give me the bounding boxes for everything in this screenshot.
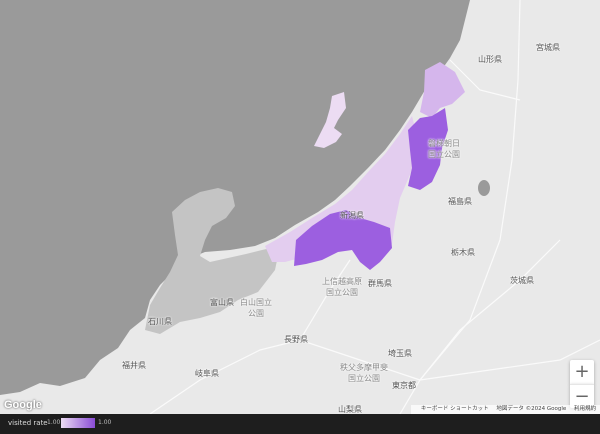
label-park-hakusan: 白山国立 公園 xyxy=(240,298,272,318)
legend-gradient xyxy=(61,418,95,428)
terms-link[interactable]: 利用規約 xyxy=(574,406,596,412)
google-logo[interactable]: Google xyxy=(4,399,42,411)
legend-title: visited rate xyxy=(8,419,48,427)
pref-sado-island[interactable] xyxy=(314,92,346,148)
land-honshu xyxy=(0,0,600,414)
label-gifu: 岐阜県 xyxy=(195,369,219,378)
label-yamanashi: 山梨県 xyxy=(338,405,362,414)
label-toyama: 富山県 xyxy=(210,298,234,307)
keyboard-shortcuts-link[interactable]: キーボード ショートカット xyxy=(421,406,489,412)
label-park-joshinetsu: 上信越高原 国立公園 xyxy=(322,277,362,297)
legend-bar: visited rate 1.00 1.00 xyxy=(0,414,600,434)
label-tokyo: 東京都 xyxy=(392,381,416,390)
label-gunma: 群馬県 xyxy=(368,279,392,288)
legend-min-value: 1.00 xyxy=(47,419,61,426)
label-ibaraki: 茨城県 xyxy=(510,276,534,285)
label-park-chichibu: 秩父多摩甲斐 国立公園 xyxy=(340,363,388,383)
label-miyagi: 宮城県 xyxy=(536,43,560,52)
label-saitama: 埼玉県 xyxy=(388,349,412,358)
lake-inawashiro xyxy=(478,180,490,196)
label-ishikawa: 石川県 xyxy=(148,317,172,326)
map-graphics xyxy=(0,0,600,414)
label-fukushima: 福島県 xyxy=(448,197,472,206)
zoom-in-button[interactable]: + xyxy=(570,360,594,384)
legend-max-value: 1.00 xyxy=(98,419,112,426)
label-niigata: 新潟県 xyxy=(340,211,364,220)
label-yamagata: 山形県 xyxy=(478,55,502,64)
label-park-bandai: 磐梯朝日 国立公園 xyxy=(428,139,460,159)
map-data-text: 地図データ ©2024 Google xyxy=(496,406,567,412)
map-attribution: キーボード ショートカット 地図データ ©2024 Google 利用規約 xyxy=(410,405,600,414)
label-nagano: 長野県 xyxy=(284,335,308,344)
map-canvas[interactable]: 山形県 宮城県 福島県 栃木県 茨城県 群馬県 埼玉県 東京都 山梨県 長野県 … xyxy=(0,0,600,414)
label-tochigi: 栃木県 xyxy=(451,248,475,257)
label-fukui: 福井県 xyxy=(122,361,146,370)
